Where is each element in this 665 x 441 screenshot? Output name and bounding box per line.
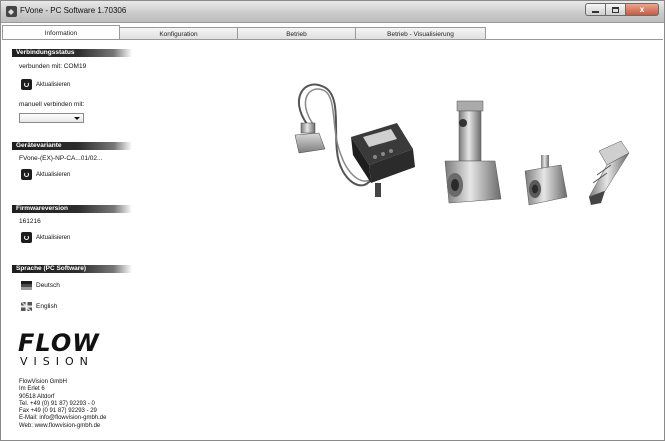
address-line: FlowVision GmbH <box>19 379 67 385</box>
inline-flow-sensor <box>444 100 502 204</box>
window-title: FVone - PC Software 1.70306 <box>20 6 127 15</box>
close-button[interactable]: x <box>625 3 659 16</box>
tab-betrieb-label: Betrieb <box>286 30 307 38</box>
firmware-refresh-button[interactable]: Aktualisieren <box>21 232 70 243</box>
german-flag-icon <box>21 281 32 290</box>
logo-wordmark: FLOW <box>18 329 100 357</box>
device-variant-text: FVone-(EX)-NP-CA...01/02... <box>19 155 103 162</box>
address-line: E-Mail: info@flowvision-gmbh.de <box>19 415 107 422</box>
device-refresh-label: Aktualisieren <box>36 171 71 178</box>
connected-port-text: verbunden mit: COM19 <box>19 63 87 70</box>
cartridge-sensor <box>588 140 630 205</box>
address-line: Fax +49 (0 91 87) 92293 - 29 <box>19 408 97 415</box>
device-refresh-button[interactable]: Aktualisieren <box>21 169 70 180</box>
address-line: Web: www.flowvision-gmbh.de <box>19 422 101 429</box>
connection-refresh-button[interactable]: Aktualisieren <box>21 79 70 90</box>
tab-konfiguration-label: Konfiguration <box>159 30 198 38</box>
tab-information[interactable]: Information <box>2 25 120 40</box>
connection-status-header: Verbindungsstatus <box>12 49 132 57</box>
address-line: Im Erlet 6 <box>19 386 45 393</box>
uk-flag-icon <box>21 302 32 311</box>
app-icon <box>6 6 17 17</box>
refresh-icon <box>21 79 32 90</box>
maximize-button[interactable] <box>605 3 625 16</box>
language-english-label: English <box>36 303 58 310</box>
tab-information-label: Information <box>44 29 78 37</box>
close-icon: x <box>639 5 645 14</box>
maximize-icon <box>612 6 619 13</box>
connection-refresh-label: Aktualisieren <box>36 81 71 88</box>
address-line: Tel. +49 (0) 91 87) 92293 - 0 <box>19 400 95 407</box>
minimize-button[interactable] <box>585 3 605 16</box>
address-line: 90518 Altdorf <box>19 393 55 400</box>
firmware-version-text: 161216 <box>19 218 41 225</box>
device-variant-header: Gerätevariante <box>12 142 132 150</box>
product-image <box>294 83 630 206</box>
firmware-refresh-label: Aktualisieren <box>36 234 71 241</box>
company-address: FlowVision GmbH Im Erlet 6 90518 Altdorf… <box>19 379 106 430</box>
minimize-icon <box>592 11 599 13</box>
refresh-icon <box>21 169 32 180</box>
manual-connect-label: manuell verbinden mit: <box>19 101 85 108</box>
language-option-english[interactable]: English <box>21 302 57 311</box>
firmware-version-header: Firmwareversion <box>12 205 132 213</box>
app-window: FVone - PC Software 1.70306 x Informatio… <box>0 0 665 441</box>
block-sensor <box>524 155 568 206</box>
company-logo: FLOW VISION <box>18 331 128 369</box>
window-controls: x <box>585 3 659 17</box>
logo-subtitle: VISION <box>20 355 94 368</box>
chevron-down-icon <box>74 117 80 120</box>
title-bar: FVone - PC Software 1.70306 x <box>1 1 664 23</box>
language-header: Sprache (PC Software) <box>12 265 132 273</box>
language-option-deutsch[interactable]: Deutsch <box>21 281 60 290</box>
port-select[interactable] <box>19 113 84 123</box>
tab-betrieb-visualisierung-label: Betrieb - Visualisierung <box>387 30 454 38</box>
refresh-icon <box>21 232 32 243</box>
tab-divider <box>2 39 663 40</box>
language-deutsch-label: Deutsch <box>36 282 60 289</box>
